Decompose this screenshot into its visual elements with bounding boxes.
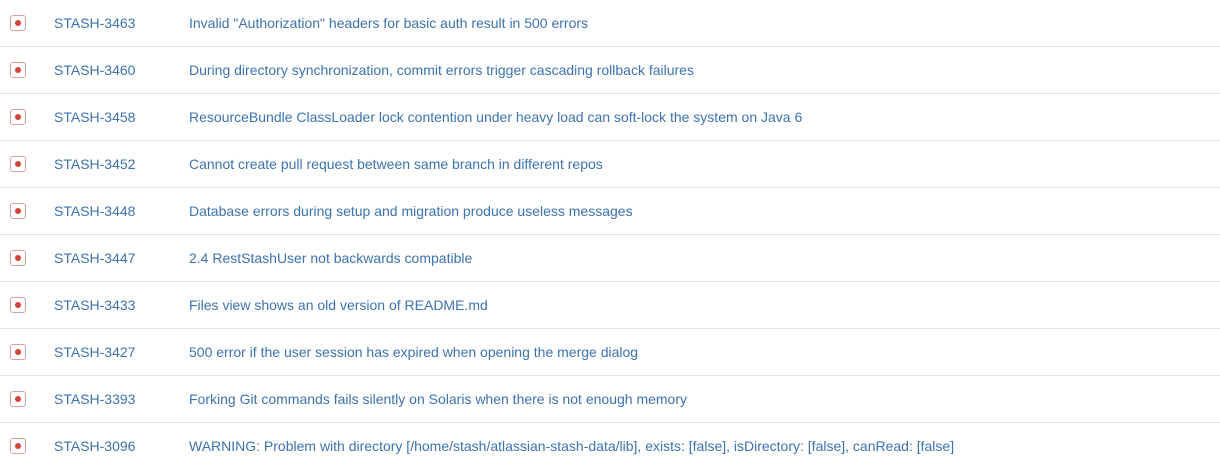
bug-icon bbox=[10, 203, 26, 219]
issue-row: STASH-3427 500 error if the user session… bbox=[0, 329, 1220, 376]
bug-icon bbox=[10, 250, 26, 266]
issue-summary-link[interactable]: Forking Git commands fails silently on S… bbox=[189, 390, 687, 408]
issue-key-link[interactable]: STASH-3460 bbox=[54, 61, 135, 79]
issue-summary-link[interactable]: 500 error if the user session has expire… bbox=[189, 343, 638, 361]
issue-key-link[interactable]: STASH-3447 bbox=[54, 249, 135, 267]
issue-key-link[interactable]: STASH-3448 bbox=[54, 202, 135, 220]
issue-summary-link[interactable]: 2.4 RestStashUser not backwards compatib… bbox=[189, 249, 472, 267]
issue-key-link[interactable]: STASH-3463 bbox=[54, 14, 135, 32]
issue-key-link[interactable]: STASH-3458 bbox=[54, 108, 135, 126]
issue-summary-link[interactable]: ResourceBundle ClassLoader lock contenti… bbox=[189, 108, 802, 126]
issue-row: STASH-3393 Forking Git commands fails si… bbox=[0, 376, 1220, 423]
issue-row: STASH-3433 Files view shows an old versi… bbox=[0, 282, 1220, 329]
issue-row: STASH-3458 ResourceBundle ClassLoader lo… bbox=[0, 94, 1220, 141]
bug-icon bbox=[10, 391, 26, 407]
issue-row: STASH-3448 Database errors during setup … bbox=[0, 188, 1220, 235]
issue-key-link[interactable]: STASH-3433 bbox=[54, 296, 135, 314]
issue-summary-link[interactable]: Invalid "Authorization" headers for basi… bbox=[189, 14, 588, 32]
issue-row: STASH-3460 During directory synchronizat… bbox=[0, 47, 1220, 94]
bug-icon bbox=[10, 297, 26, 313]
bug-icon bbox=[10, 15, 26, 31]
bug-icon bbox=[10, 438, 26, 454]
bug-icon bbox=[10, 62, 26, 78]
issue-summary-link[interactable]: Files view shows an old version of READM… bbox=[189, 296, 488, 314]
issue-list: STASH-3463 Invalid "Authorization" heade… bbox=[0, 0, 1220, 475]
issue-row: STASH-3463 Invalid "Authorization" heade… bbox=[0, 0, 1220, 47]
issue-summary-link[interactable]: WARNING: Problem with directory [/home/s… bbox=[189, 437, 954, 455]
issue-key-link[interactable]: STASH-3452 bbox=[54, 155, 135, 173]
bug-icon bbox=[10, 156, 26, 172]
issue-key-link[interactable]: STASH-3393 bbox=[54, 390, 135, 408]
issue-summary-link[interactable]: During directory synchronization, commit… bbox=[189, 61, 694, 79]
issue-key-link[interactable]: STASH-3096 bbox=[54, 437, 135, 455]
issue-key-link[interactable]: STASH-3427 bbox=[54, 343, 135, 361]
issue-summary-link[interactable]: Database errors during setup and migrati… bbox=[189, 202, 633, 220]
issue-row: STASH-3447 2.4 RestStashUser not backwar… bbox=[0, 235, 1220, 282]
issue-row: STASH-3096 WARNING: Problem with directo… bbox=[0, 423, 1220, 470]
issue-row: STASH-3452 Cannot create pull request be… bbox=[0, 141, 1220, 188]
bug-icon bbox=[10, 344, 26, 360]
bug-icon bbox=[10, 109, 26, 125]
issue-summary-link[interactable]: Cannot create pull request between same … bbox=[189, 155, 603, 173]
